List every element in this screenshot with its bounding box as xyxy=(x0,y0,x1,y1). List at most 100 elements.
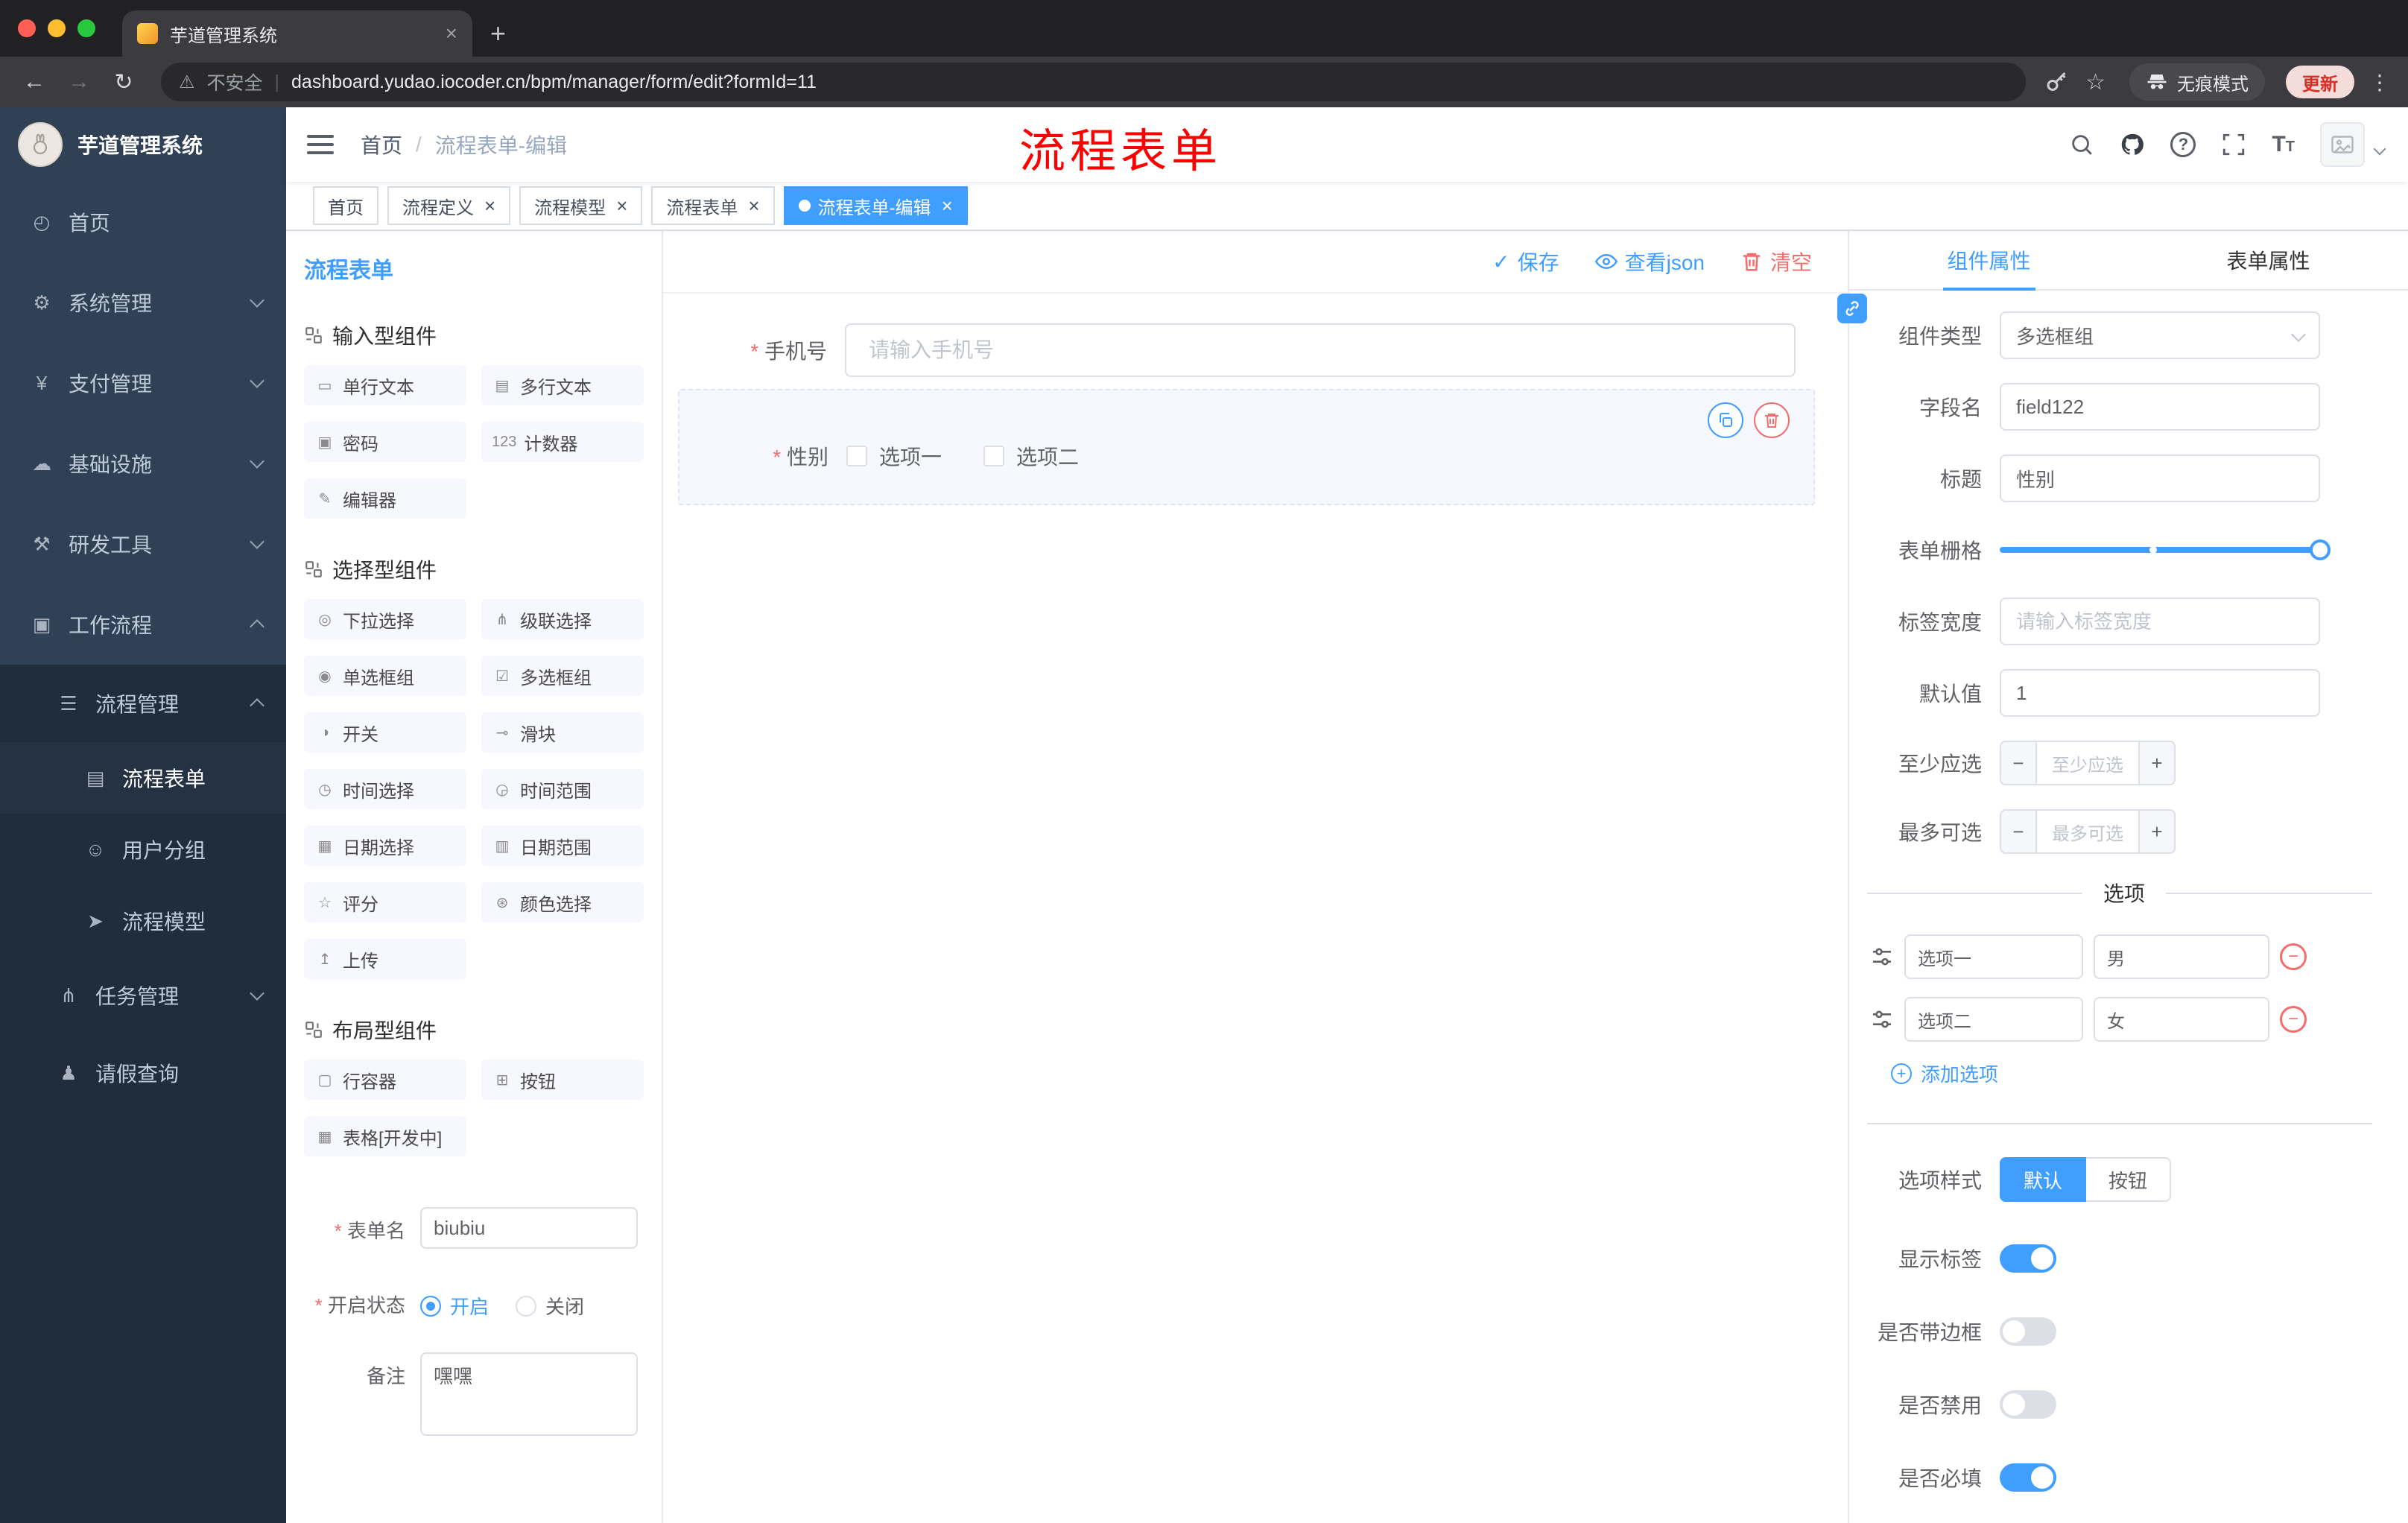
decrease-button[interactable]: − xyxy=(2001,811,2037,852)
title-input[interactable] xyxy=(2000,455,2320,502)
max-select-value[interactable]: 最多可选 xyxy=(2037,811,2138,852)
option-label-input[interactable] xyxy=(1904,934,2083,979)
palette-item-upload[interactable]: ↥ 上传 xyxy=(304,939,466,979)
palette-item-table-dev[interactable]: ▦ 表格[开发中] xyxy=(304,1116,466,1156)
palette-item-password[interactable]: ▣ 密码 xyxy=(304,422,466,462)
add-option-button[interactable]: + 添加选项 xyxy=(1891,1060,2381,1087)
palette-item-switch[interactable]: ◑ 开关 xyxy=(304,712,466,753)
tab-form-props[interactable]: 表单属性 xyxy=(2129,231,2408,289)
tag-process-model[interactable]: 流程模型 × xyxy=(519,186,643,225)
max-select-stepper[interactable]: − 最多可选 + xyxy=(2000,809,2176,854)
tag-close-icon[interactable]: × xyxy=(484,196,495,215)
option-value-input[interactable] xyxy=(2094,997,2269,1042)
option-value-input[interactable] xyxy=(2094,934,2269,979)
disabled-toggle[interactable] xyxy=(2000,1390,2056,1419)
sidebar-item-process-management[interactable]: ☰ 流程管理 xyxy=(0,665,286,742)
forward-button[interactable]: → xyxy=(60,69,98,95)
sidebar-item-leave-query[interactable]: ♟ 请假查询 xyxy=(0,1034,286,1112)
tab-close-icon[interactable]: × xyxy=(446,22,457,45)
min-select-stepper[interactable]: − 至少应选 + xyxy=(2000,741,2176,785)
sidebar-item-infrastructure[interactable]: ☁ 基础设施 xyxy=(0,423,286,504)
drag-handle-icon[interactable] xyxy=(1870,945,1894,969)
tag-close-icon[interactable]: × xyxy=(748,196,759,215)
remove-option-button[interactable]: − xyxy=(2280,1006,2307,1033)
close-window-button[interactable] xyxy=(18,19,36,37)
tag-process-definition[interactable]: 流程定义 × xyxy=(387,186,511,225)
status-on-radio[interactable]: 开启 xyxy=(420,1292,489,1320)
palette-item-editor[interactable]: ✎ 编辑器 xyxy=(304,478,466,519)
form-name-input[interactable] xyxy=(420,1207,638,1249)
palette-item-row-container[interactable]: ▢ 行容器 xyxy=(304,1060,466,1100)
search-icon[interactable] xyxy=(2069,132,2094,157)
component-type-select[interactable] xyxy=(2000,311,2320,359)
palette-item-time-picker[interactable]: ◷ 时间选择 xyxy=(304,769,466,809)
sidebar-item-system[interactable]: ⚙ 系统管理 xyxy=(0,262,286,343)
github-icon[interactable] xyxy=(2120,132,2145,157)
password-key-icon[interactable] xyxy=(2044,69,2070,95)
sidebar-item-home[interactable]: ◴ 首页 xyxy=(0,182,286,262)
slider-track[interactable] xyxy=(2000,539,2331,560)
save-button[interactable]: ✓ 保存 xyxy=(1492,247,1559,276)
fullscreen-icon[interactable] xyxy=(2221,132,2246,157)
default-value-input[interactable] xyxy=(2000,669,2320,717)
tab-component-props[interactable]: 组件属性 xyxy=(1849,231,2129,289)
field-name-input[interactable] xyxy=(2000,383,2320,431)
minimize-window-button[interactable] xyxy=(48,19,66,37)
back-button[interactable]: ← xyxy=(15,69,54,95)
gender-option-2-checkbox[interactable]: 选项二 xyxy=(983,441,1079,471)
panel-link-handle[interactable] xyxy=(1837,294,1867,323)
browser-tab[interactable]: 芋道管理系统 × xyxy=(122,10,472,57)
bookmark-star-icon[interactable]: ☆ xyxy=(2085,69,2106,95)
zoom-window-button[interactable] xyxy=(77,19,95,37)
form-remark-textarea[interactable]: 嘿嘿 xyxy=(420,1352,638,1436)
breadcrumb-home[interactable]: 首页 xyxy=(361,130,402,159)
tag-process-form-edit[interactable]: 流程表单-编辑 × xyxy=(783,186,968,225)
reload-button[interactable]: ↻ xyxy=(104,69,143,95)
slider-handle[interactable] xyxy=(2310,539,2331,560)
show-label-toggle[interactable] xyxy=(2000,1244,2056,1273)
font-size-icon[interactable]: TT xyxy=(2272,132,2295,157)
gender-option-1-checkbox[interactable]: 选项一 xyxy=(846,441,942,471)
style-button-button[interactable]: 按钮 xyxy=(2086,1157,2172,1202)
sidebar-item-user-group[interactable]: ☺ 用户分组 xyxy=(0,814,286,885)
phone-field[interactable]: 手机号 xyxy=(678,323,1796,377)
increase-button[interactable]: + xyxy=(2138,742,2174,784)
new-tab-button[interactable]: + xyxy=(490,18,506,49)
view-json-button[interactable]: 查看json xyxy=(1594,247,1705,276)
option-label-input[interactable] xyxy=(1904,997,2083,1042)
sidebar-item-workflow[interactable]: ▣ 工作流程 xyxy=(0,584,286,665)
border-toggle[interactable] xyxy=(2000,1317,2056,1346)
url-text[interactable]: dashboard.yudao.iocoder.cn/bpm/manager/f… xyxy=(291,72,817,93)
sidebar-item-process-form[interactable]: ▤ 流程表单 xyxy=(0,742,286,814)
tag-process-form[interactable]: 流程表单 × xyxy=(651,186,775,225)
copy-component-button[interactable] xyxy=(1708,402,1743,438)
palette-item-button[interactable]: ⊞ 按钮 xyxy=(481,1060,644,1100)
palette-item-date-picker[interactable]: ▦ 日期选择 xyxy=(304,826,466,866)
palette-item-time-range[interactable]: ◶ 时间范围 xyxy=(481,769,644,809)
required-toggle[interactable] xyxy=(2000,1463,2056,1492)
palette-item-color-picker[interactable]: ⊛ 颜色选择 xyxy=(481,882,644,922)
browser-menu-kebab-icon[interactable]: ⋮ xyxy=(2366,70,2393,95)
palette-item-cascader[interactable]: ⋔ 级联选择 xyxy=(481,599,644,639)
status-off-radio[interactable]: 关闭 xyxy=(516,1292,584,1320)
hamburger-icon[interactable] xyxy=(307,135,334,154)
decrease-button[interactable]: − xyxy=(2001,742,2037,784)
sidebar-item-devtools[interactable]: ⚒ 研发工具 xyxy=(0,504,286,584)
tag-close-icon[interactable]: × xyxy=(616,196,627,215)
help-icon[interactable]: ? xyxy=(2170,132,2196,157)
palette-item-counter[interactable]: 123 计数器 xyxy=(481,422,644,462)
grid-slider[interactable] xyxy=(2000,526,2331,574)
style-default-button[interactable]: 默认 xyxy=(2000,1157,2087,1202)
tag-home[interactable]: 首页 xyxy=(313,186,378,225)
palette-item-multi-line-text[interactable]: ▤ 多行文本 xyxy=(481,365,644,405)
drag-handle-icon[interactable] xyxy=(1870,1007,1894,1031)
palette-item-radio-group[interactable]: ◉ 单选框组 xyxy=(304,656,466,696)
tag-close-icon[interactable]: × xyxy=(942,196,953,215)
sidebar-item-process-model[interactable]: ➤ 流程模型 xyxy=(0,885,286,957)
increase-button[interactable]: + xyxy=(2138,811,2174,852)
remove-option-button[interactable]: − xyxy=(2280,943,2307,970)
sidebar-item-task-management[interactable]: ⋔ 任务管理 xyxy=(0,957,286,1034)
palette-item-select[interactable]: ◎ 下拉选择 xyxy=(304,599,466,639)
palette-item-single-line-text[interactable]: ▭ 单行文本 xyxy=(304,365,466,405)
palette-item-rate[interactable]: ☆ 评分 xyxy=(304,882,466,922)
